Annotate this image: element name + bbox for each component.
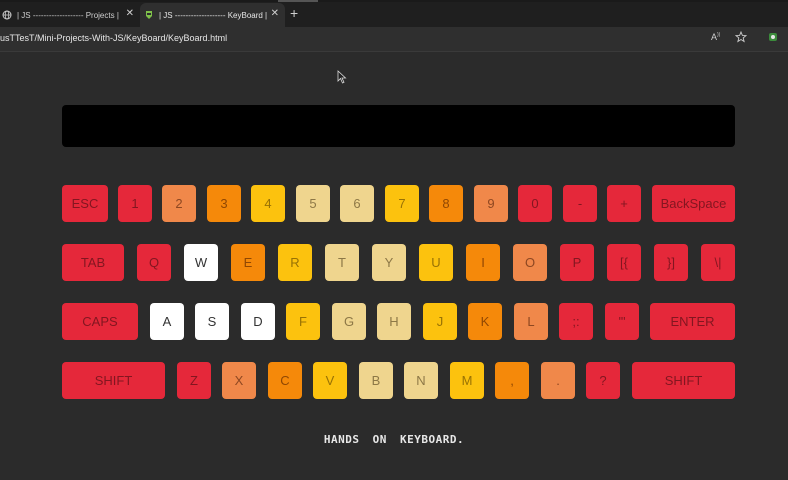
key-1[interactable]: 1 [118, 185, 152, 222]
key-i[interactable]: I [466, 244, 500, 281]
svg-text:)): )) [717, 32, 721, 38]
key-7[interactable]: 7 [385, 185, 419, 222]
key-l[interactable]: L [514, 303, 548, 340]
key-plus[interactable]: + [607, 185, 641, 222]
url-field[interactable]: usTTesT/Mini-Projects-With-JS/KeyBoard/K… [0, 33, 227, 43]
key-enter[interactable]: ENTER [650, 303, 735, 340]
key-v[interactable]: V [313, 362, 347, 399]
key-w[interactable]: W [184, 244, 218, 281]
favorite-star-icon[interactable] [734, 30, 748, 46]
globe-icon [2, 10, 12, 20]
key-h[interactable]: H [377, 303, 411, 340]
key-n[interactable]: N [404, 362, 438, 399]
page-favicon-icon [144, 10, 154, 20]
extension-icon[interactable] [767, 31, 779, 46]
key-backspace[interactable]: BackSpace [652, 185, 735, 222]
key-caps[interactable]: CAPS [62, 303, 138, 340]
key-f[interactable]: F [286, 303, 320, 340]
key-j[interactable]: J [423, 303, 457, 340]
read-aloud-icon[interactable]: A)) [711, 31, 723, 46]
tab-label: | JS ------------------- KeyBoard | [159, 10, 268, 20]
key-3[interactable]: 3 [207, 185, 241, 222]
key-9[interactable]: 9 [474, 185, 508, 222]
key-a[interactable]: A [150, 303, 184, 340]
typed-text-display[interactable] [62, 105, 735, 147]
new-tab-button[interactable]: + [290, 5, 298, 21]
key-d[interactable]: D [241, 303, 275, 340]
key-backslash[interactable]: \| [701, 244, 735, 281]
close-tab-icon[interactable]: ✕ [126, 8, 134, 19]
key-shift-right[interactable]: SHIFT [632, 362, 735, 399]
key-o[interactable]: O [513, 244, 547, 281]
key-g[interactable]: G [332, 303, 366, 340]
key-z[interactable]: Z [177, 362, 211, 399]
key-k[interactable]: K [468, 303, 502, 340]
key-s[interactable]: S [195, 303, 229, 340]
address-bar: usTTesT/Mini-Projects-With-JS/KeyBoard/K… [0, 27, 788, 51]
key-comma[interactable]: , [495, 362, 529, 399]
key-q[interactable]: Q [137, 244, 171, 281]
key-right-bracket[interactable]: }] [654, 244, 688, 281]
key-period[interactable]: . [541, 362, 575, 399]
tab-keyboard[interactable]: | JS ------------------- KeyBoard | ✕ [140, 3, 285, 27]
tab-label: | JS ------------------- Projects | [17, 10, 119, 20]
key-6[interactable]: 6 [340, 185, 374, 222]
key-0[interactable]: 0 [518, 185, 552, 222]
key-2[interactable]: 2 [162, 185, 196, 222]
key-r[interactable]: R [278, 244, 312, 281]
key-t[interactable]: T [325, 244, 359, 281]
key-quote[interactable]: '" [605, 303, 639, 340]
page-footer-text: HANDS ON KEYBOARD. [323, 433, 465, 446]
key-shift-left[interactable]: SHIFT [62, 362, 165, 399]
key-u[interactable]: U [419, 244, 453, 281]
mouse-pointer-icon [337, 70, 347, 84]
key-e[interactable]: E [231, 244, 265, 281]
key-p[interactable]: P [560, 244, 594, 281]
key-left-bracket[interactable]: [{ [607, 244, 641, 281]
key-x[interactable]: X [222, 362, 256, 399]
key-y[interactable]: Y [372, 244, 406, 281]
key-8[interactable]: 8 [429, 185, 463, 222]
key-tab[interactable]: TAB [62, 244, 124, 281]
key-5[interactable]: 5 [296, 185, 330, 222]
browser-tab-bar: | JS ------------------- Projects | ✕ | … [0, 0, 788, 27]
key-minus[interactable]: - [563, 185, 597, 222]
tab-strip-edge [0, 0, 788, 2]
close-tab-icon[interactable]: ✕ [271, 8, 279, 19]
key-b[interactable]: B [359, 362, 393, 399]
key-question[interactable]: ? [586, 362, 620, 399]
key-semicolon[interactable]: ;: [559, 303, 593, 340]
key-m[interactable]: M [450, 362, 484, 399]
toolbar-divider [0, 51, 788, 52]
key-c[interactable]: C [268, 362, 302, 399]
key-4[interactable]: 4 [251, 185, 285, 222]
key-esc[interactable]: ESC [62, 185, 108, 222]
tab-projects[interactable]: | JS ------------------- Projects | ✕ [0, 3, 140, 27]
